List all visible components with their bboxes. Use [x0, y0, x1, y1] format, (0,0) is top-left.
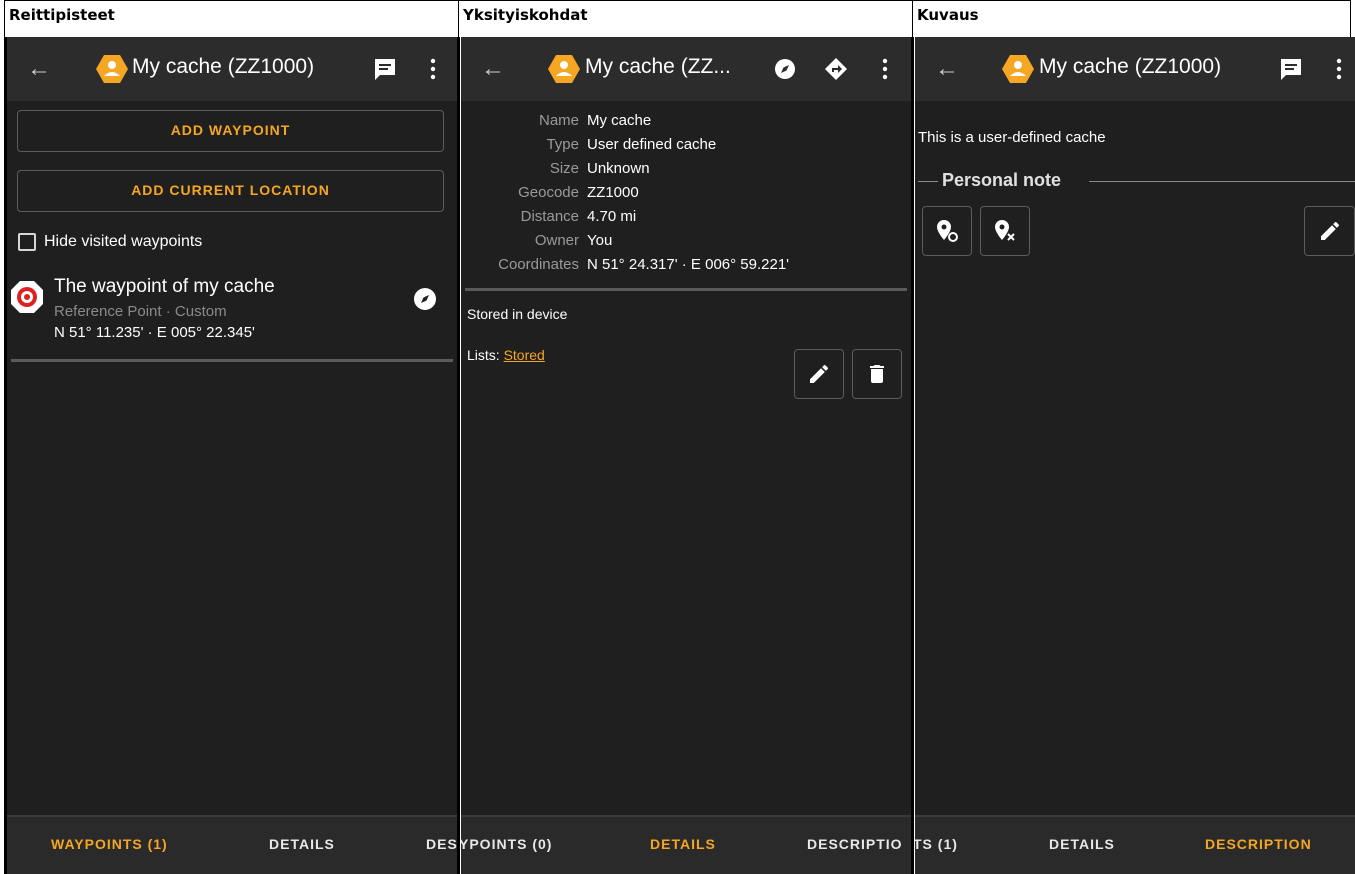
tab-description[interactable]: DES [426, 836, 457, 852]
page-title: My cache (ZZ1000) [1039, 55, 1222, 78]
add-current-location-button[interactable]: ADD CURRENT LOCATION [17, 170, 444, 212]
column-header-label: Kuvaus [917, 6, 979, 24]
comment-icon[interactable] [369, 53, 401, 85]
details-screen: ← My cache (ZZ... Name My cache Type Use… [461, 37, 911, 874]
detail-value: Unknown [587, 160, 650, 177]
detail-value: 4.70 mi [587, 208, 637, 225]
add-waypoint-button[interactable]: ADD WAYPOINT [17, 110, 444, 152]
user-cache-icon [548, 55, 580, 83]
waypoint-name: The waypoint of my cache [54, 276, 275, 297]
detail-value: My cache [587, 112, 652, 129]
edit-lists-button[interactable] [794, 349, 844, 399]
lists-row: Lists: Stored [467, 347, 545, 363]
column-header-label: Reittipisteet [9, 6, 115, 24]
location-refresh-icon [937, 220, 958, 242]
lists-label: Lists: [467, 347, 500, 363]
store-note-location-button[interactable] [922, 206, 972, 256]
overflow-menu-icon[interactable] [417, 53, 449, 85]
detail-label: Size [549, 160, 579, 177]
lists-link[interactable]: Stored [504, 347, 545, 363]
back-arrow-icon[interactable]: ← [935, 53, 967, 85]
detail-label: Coordinates [498, 256, 579, 273]
detail-value: N 51° 24.317' · E 006° 59.221' [587, 256, 790, 273]
edit-note-button[interactable] [1304, 206, 1355, 256]
detail-label: Name [538, 112, 579, 129]
app-bar: ← My cache (ZZ... [461, 37, 911, 101]
pencil-icon [810, 364, 829, 383]
tab-waypoints[interactable]: YPOINTS (0) [461, 836, 552, 852]
detail-label: Geocode [518, 184, 579, 201]
trash-icon [870, 365, 884, 383]
page-title: My cache (ZZ... [585, 55, 731, 78]
compass-icon[interactable] [769, 53, 801, 85]
bottom-tab-bar: TS (1) DETAILS DESCRIPTION [915, 815, 1355, 874]
navigate-icon[interactable] [820, 53, 852, 85]
compass-icon[interactable] [413, 287, 437, 311]
detail-value: User defined cache [587, 136, 717, 153]
note-rule-right [1089, 181, 1355, 182]
location-remove-icon [995, 220, 1015, 241]
overflow-menu-icon[interactable] [869, 53, 901, 85]
list-divider [11, 359, 453, 362]
hide-visited-checkbox[interactable] [18, 233, 36, 251]
description-screen: ← My cache (ZZ1000) This is a user-defin… [915, 37, 1355, 874]
detail-value: You [587, 232, 613, 249]
column-header-label: Yksityiskohdat [463, 6, 588, 24]
column-header-description: Kuvaus [912, 0, 1351, 37]
column-separator [911, 37, 914, 874]
hide-visited-label: Hide visited waypoints [44, 233, 203, 250]
remove-note-location-button[interactable] [980, 206, 1030, 256]
column-separator [457, 37, 460, 874]
waypoint-list-item[interactable]: The waypoint of my cache Reference Point… [7, 272, 457, 360]
personal-note-heading: Personal note [942, 170, 1062, 190]
back-arrow-icon[interactable]: ← [481, 53, 513, 85]
column-header-waypoints: Reittipisteet [4, 0, 459, 37]
tab-waypoints[interactable]: TS (1) [915, 836, 958, 852]
delete-button[interactable] [852, 349, 902, 399]
bottom-tab-bar: WAYPOINTS (1) DETAILS DES [7, 815, 457, 874]
tab-details[interactable]: DETAILS [269, 836, 335, 852]
tab-description[interactable]: DESCRIPTION [1205, 836, 1312, 852]
tab-details[interactable]: DETAILS [650, 836, 716, 852]
detail-value: ZZ1000 [587, 184, 639, 201]
detail-label: Distance [520, 208, 579, 225]
overflow-menu-icon[interactable] [1323, 53, 1355, 85]
column-header-details: Yksityiskohdat [458, 0, 913, 37]
cache-description: This is a user-defined cache [918, 129, 1106, 146]
user-cache-icon [1002, 55, 1034, 83]
waypoint-type: Reference Point · Custom [54, 303, 227, 320]
stored-status: Stored in device [467, 306, 568, 322]
user-cache-icon [96, 55, 128, 83]
note-rule-left [918, 181, 938, 182]
section-divider [465, 288, 907, 291]
pencil-icon [1321, 221, 1340, 240]
column-separator [4, 37, 7, 874]
waypoints-screen: ← My cache (ZZ1000) ADD WAYPOINT ADD CUR… [7, 37, 457, 874]
app-bar: ← My cache (ZZ1000) [915, 37, 1355, 101]
comment-icon[interactable] [1275, 53, 1307, 85]
page-title: My cache (ZZ1000) [132, 55, 315, 78]
tab-details[interactable]: DETAILS [1049, 836, 1115, 852]
waypoint-coordinates: N 51° 11.235' · E 005° 22.345' [54, 324, 255, 341]
back-arrow-icon[interactable]: ← [27, 53, 59, 85]
reference-point-icon [11, 281, 43, 313]
detail-label: Type [546, 136, 579, 153]
tab-description[interactable]: DESCRIPTIO [807, 836, 903, 852]
bottom-tab-bar: YPOINTS (0) DETAILS DESCRIPTIO [461, 815, 911, 874]
tab-waypoints[interactable]: WAYPOINTS (1) [51, 836, 168, 852]
app-bar: ← My cache (ZZ1000) [7, 37, 457, 101]
detail-label: Owner [534, 232, 579, 249]
